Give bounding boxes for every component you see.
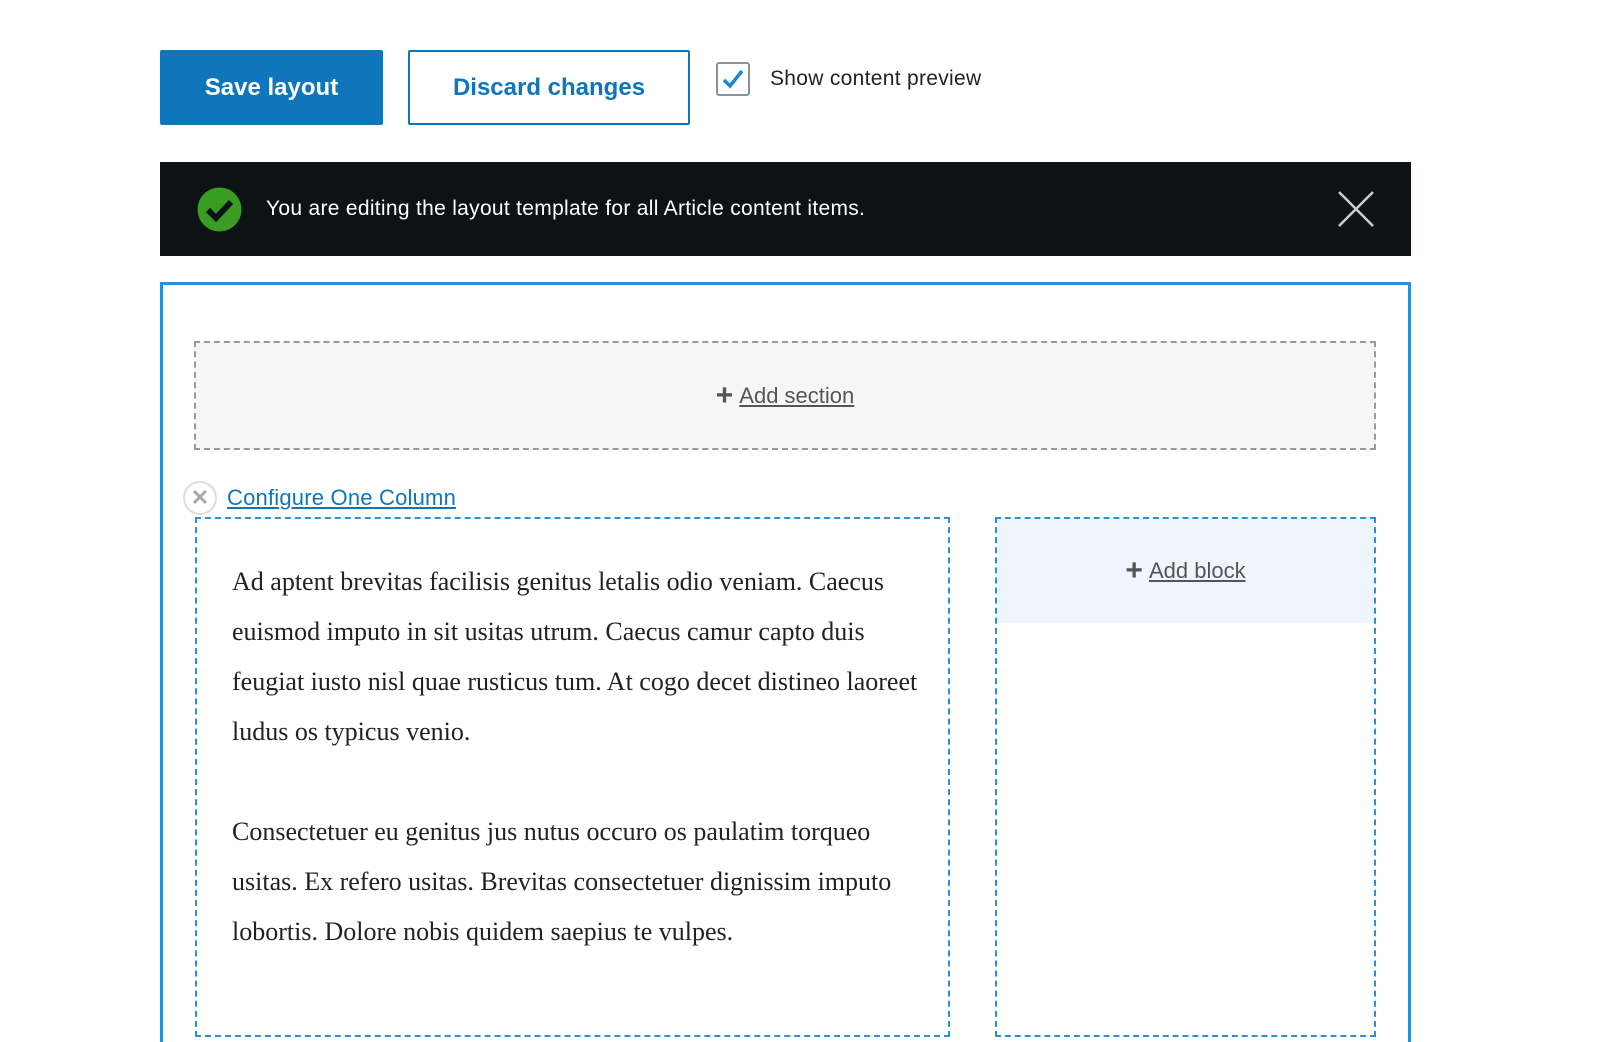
status-message: You are editing the layout template for … (160, 162, 1411, 256)
add-section-area[interactable]: + Add section (194, 341, 1376, 450)
checkmark-icon (722, 69, 744, 89)
add-block-link[interactable]: Add block (1149, 558, 1246, 584)
add-block-area[interactable]: + Add block (997, 519, 1374, 623)
paragraph: Consectetuer eu genitus jus nutus occuro… (232, 817, 892, 946)
preview-label: Show content preview (770, 67, 982, 90)
plus-icon: + (1125, 554, 1143, 587)
close-icon[interactable] (1337, 190, 1375, 228)
save-layout-button[interactable]: Save layout (160, 50, 383, 125)
body-block[interactable]: Ad aptent brevitas facilisis genitus let… (197, 519, 922, 957)
remove-section-icon[interactable]: ✕ (183, 481, 217, 515)
region-second: + Add block (995, 517, 1376, 1037)
plus-icon: + (715, 378, 734, 412)
add-section-link[interactable]: Add section (739, 383, 854, 409)
message-text: You are editing the layout template for … (266, 197, 866, 220)
paragraph: Ad aptent brevitas facilisis genitus let… (232, 567, 918, 746)
configure-section-link[interactable]: Configure One Column (227, 485, 456, 511)
checkbox[interactable] (716, 62, 750, 96)
section-controls: ✕ Configure One Column (183, 481, 456, 515)
check-circle-icon (197, 187, 242, 231)
discard-changes-button[interactable]: Discard changes (408, 50, 690, 125)
region-first: Ad aptent brevitas facilisis genitus let… (195, 517, 950, 1037)
show-content-preview-toggle[interactable]: Show content preview (716, 62, 981, 96)
